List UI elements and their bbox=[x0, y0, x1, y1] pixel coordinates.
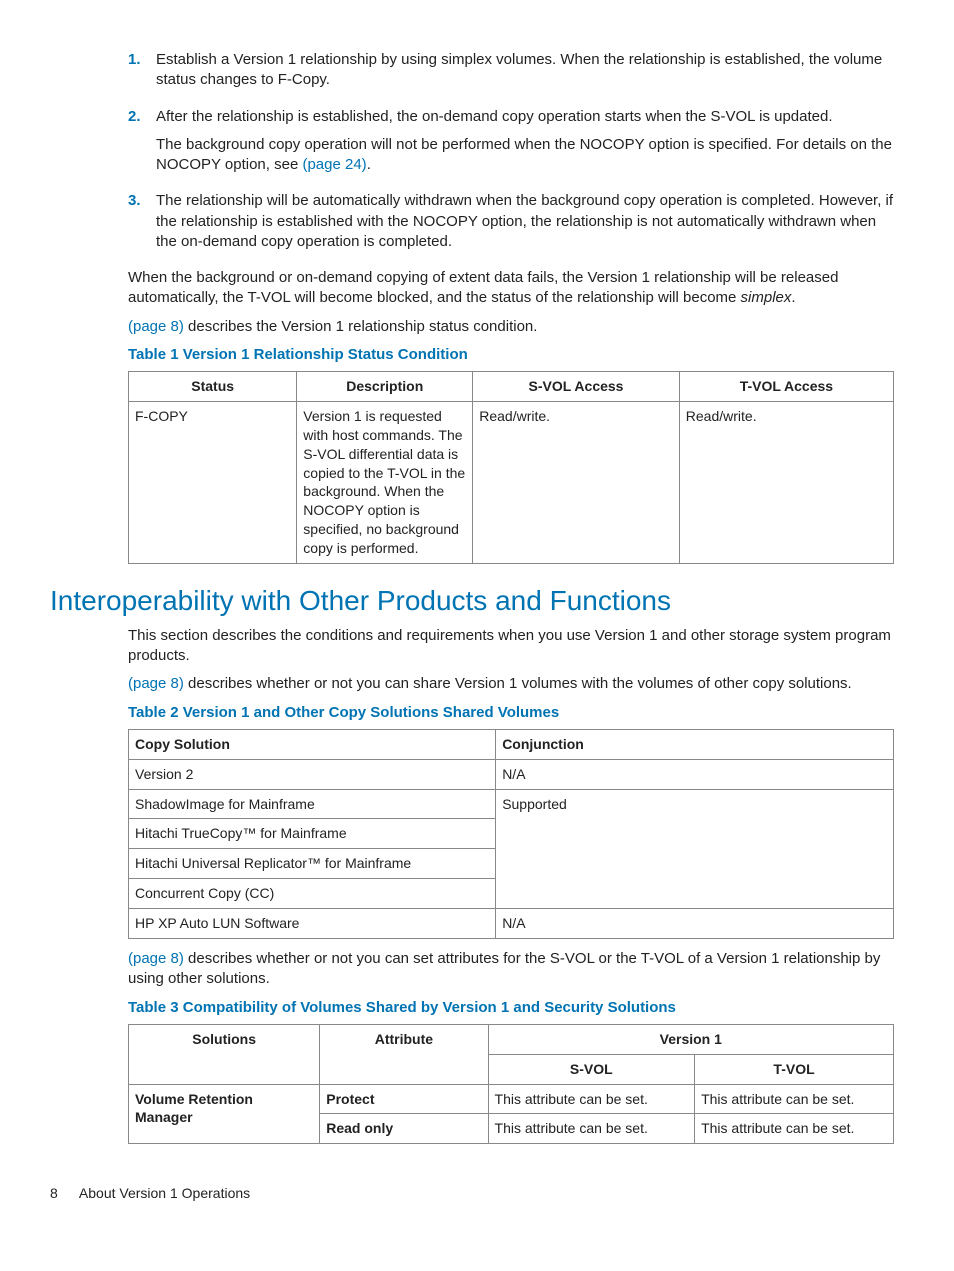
page-link[interactable]: (page 8) bbox=[128, 318, 184, 335]
table-row: Volume Retention Manager Protect This at… bbox=[129, 1084, 894, 1114]
paragraph: When the background or on-demand copying… bbox=[128, 268, 894, 309]
cell: Version 1 is requested with host command… bbox=[297, 401, 473, 563]
cell: This attribute can be set. bbox=[488, 1114, 695, 1144]
col-header: Solutions bbox=[129, 1024, 320, 1084]
table-title: Table 3 Compatibility of Volumes Shared … bbox=[128, 998, 894, 1018]
page-link[interactable]: (page 8) bbox=[128, 950, 184, 967]
cell: N/A bbox=[496, 759, 894, 789]
step-number: 1. bbox=[128, 50, 156, 99]
paragraph: This section describes the conditions an… bbox=[128, 626, 894, 667]
col-subheader: T-VOL bbox=[695, 1054, 894, 1084]
col-subheader: S-VOL bbox=[488, 1054, 695, 1084]
cell: ShadowImage for Mainframe bbox=[129, 789, 496, 819]
cell: This attribute can be set. bbox=[695, 1084, 894, 1114]
page-link[interactable]: (page 8) bbox=[128, 675, 184, 692]
cell: This attribute can be set. bbox=[695, 1114, 894, 1144]
page-number: 8 bbox=[50, 1185, 58, 1201]
col-header: Conjunction bbox=[496, 729, 894, 759]
table-title: Table 2 Version 1 and Other Copy Solutio… bbox=[128, 703, 894, 723]
cell: HP XP Auto LUN Software bbox=[129, 909, 496, 939]
paragraph: (page 8) describes the Version 1 relatio… bbox=[128, 317, 894, 337]
cell: Read only bbox=[320, 1114, 488, 1144]
col-header: S-VOL Access bbox=[473, 372, 680, 402]
step-text: The relationship will be automatically w… bbox=[156, 191, 894, 252]
paragraph: (page 8) describes whether or not you ca… bbox=[128, 674, 894, 694]
step-text: After the relationship is established, t… bbox=[156, 107, 894, 127]
table-title: Table 1 Version 1 Relationship Status Co… bbox=[128, 345, 894, 365]
page-link[interactable]: (page 24) bbox=[302, 156, 366, 173]
col-header: T-VOL Access bbox=[679, 372, 893, 402]
table-copy-solutions: Copy Solution Conjunction Version 2N/A S… bbox=[128, 729, 894, 939]
section-heading: Interoperability with Other Products and… bbox=[50, 582, 894, 620]
col-header: Copy Solution bbox=[129, 729, 496, 759]
cell: This attribute can be set. bbox=[488, 1084, 695, 1114]
cell: Concurrent Copy (CC) bbox=[129, 879, 496, 909]
cell: Supported bbox=[496, 789, 894, 909]
cell: Volume Retention Manager bbox=[129, 1084, 320, 1144]
cell: F-COPY bbox=[129, 401, 297, 563]
cell: Version 2 bbox=[129, 759, 496, 789]
table-row: ShadowImage for MainframeSupported bbox=[129, 789, 894, 819]
cell: Read/write. bbox=[679, 401, 893, 563]
steps-list: 1. Establish a Version 1 relationship by… bbox=[128, 50, 894, 260]
cell: N/A bbox=[496, 909, 894, 939]
col-header: Description bbox=[297, 372, 473, 402]
col-header: Status bbox=[129, 372, 297, 402]
col-header: Attribute bbox=[320, 1024, 488, 1084]
cell: Protect bbox=[320, 1084, 488, 1114]
page-footer: 8 About Version 1 Operations bbox=[50, 1184, 894, 1203]
footer-title: About Version 1 Operations bbox=[79, 1185, 250, 1201]
table-compatibility: Solutions Attribute Version 1 S-VOL T-VO… bbox=[128, 1024, 894, 1145]
col-header: Version 1 bbox=[488, 1024, 893, 1054]
table-row: Version 2N/A bbox=[129, 759, 894, 789]
step-text: Establish a Version 1 relationship by us… bbox=[156, 50, 894, 91]
step-text: The background copy operation will not b… bbox=[156, 135, 894, 176]
step-number: 3. bbox=[128, 191, 156, 260]
table-row: F-COPY Version 1 is requested with host … bbox=[129, 401, 894, 563]
cell: Hitachi Universal Replicator™ for Mainfr… bbox=[129, 849, 496, 879]
cell: Read/write. bbox=[473, 401, 680, 563]
cell: Hitachi TrueCopy™ for Mainframe bbox=[129, 819, 496, 849]
table-status-condition: Status Description S-VOL Access T-VOL Ac… bbox=[128, 371, 894, 564]
step-number: 2. bbox=[128, 107, 156, 184]
table-row: HP XP Auto LUN SoftwareN/A bbox=[129, 909, 894, 939]
paragraph: (page 8) describes whether or not you ca… bbox=[128, 949, 894, 990]
